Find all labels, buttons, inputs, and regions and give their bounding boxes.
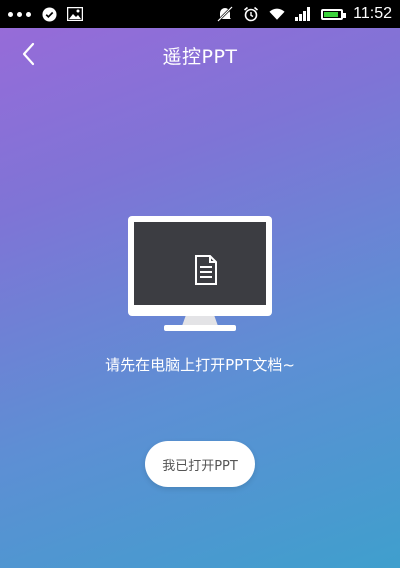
monitor-frame xyxy=(128,216,272,316)
status-bar-right: 11:52 xyxy=(217,5,392,23)
monitor-screen xyxy=(134,222,266,305)
wifi-icon xyxy=(269,6,285,22)
alarm-icon xyxy=(243,6,259,22)
monitor-illustration xyxy=(128,216,272,331)
header: 遥控PPT xyxy=(0,28,400,82)
document-icon xyxy=(194,255,218,289)
ppt-opened-button[interactable]: 我已打开PPT xyxy=(145,441,255,487)
status-bar-left xyxy=(8,6,83,22)
mute-icon xyxy=(217,6,234,22)
chevron-left-icon xyxy=(22,42,35,66)
status-bar: 11:52 xyxy=(0,0,400,28)
page-title: 遥控PPT xyxy=(162,45,238,68)
image-icon xyxy=(67,6,83,22)
signal-icon xyxy=(295,6,311,22)
instruction-text: 请先在电脑上打开PPT文档~ xyxy=(105,356,295,374)
more-dots-icon xyxy=(8,11,31,17)
status-time: 11:52 xyxy=(353,5,392,22)
check-circle-icon xyxy=(41,6,57,22)
monitor-stand-base xyxy=(164,325,236,331)
battery-icon xyxy=(321,8,347,20)
back-button[interactable] xyxy=(14,40,42,68)
